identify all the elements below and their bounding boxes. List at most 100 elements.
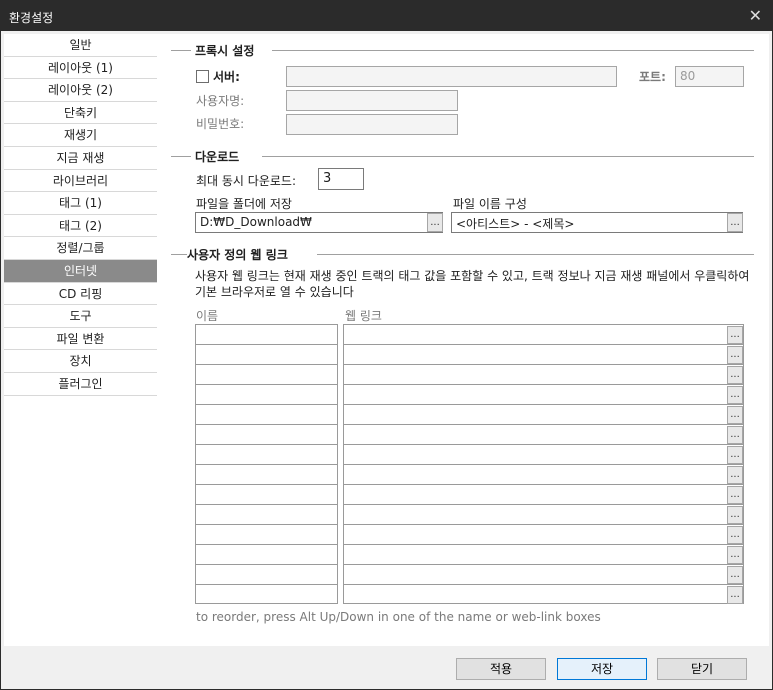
name-cell[interactable] (196, 545, 337, 565)
link-cell[interactable]: ... (344, 325, 743, 345)
save-folder-input[interactable]: D:₩D_Download₩ (195, 212, 443, 233)
link-cell[interactable]: ... (344, 585, 743, 605)
sidebar-item[interactable]: 레이아웃 (2) (4, 79, 157, 102)
sidebar-item[interactable]: 라이브러리 (4, 170, 157, 193)
proxy-server-input[interactable] (286, 66, 617, 87)
section-rule (171, 254, 187, 255)
name-cell[interactable] (196, 505, 337, 525)
link-edit-button[interactable]: ... (727, 386, 743, 404)
save-folder-label: 파일을 폴더에 저장 (196, 197, 292, 211)
link-cell[interactable]: ... (344, 345, 743, 365)
link-cell[interactable]: ... (344, 565, 743, 585)
link-cell[interactable]: ... (344, 365, 743, 385)
link-edit-button[interactable]: ... (727, 406, 743, 424)
link-cell[interactable]: ... (344, 505, 743, 525)
reorder-hint: to reorder, press Alt Up/Down in one of … (196, 610, 601, 624)
section-rule (262, 156, 754, 157)
link-edit-button[interactable]: ... (727, 506, 743, 524)
link-edit-button[interactable]: ... (727, 486, 743, 504)
close-icon[interactable]: ✕ (749, 6, 762, 25)
password-label: 비밀번호: (196, 117, 245, 131)
weblinks-section-title: 사용자 정의 웹 링크 (187, 248, 288, 262)
link-cell[interactable]: ... (344, 485, 743, 505)
sidebar-item[interactable]: 단축키 (4, 102, 157, 125)
name-cell[interactable] (196, 465, 337, 485)
link-edit-button[interactable]: ... (727, 526, 743, 544)
link-edit-button[interactable]: ... (727, 466, 743, 484)
username-label: 사용자명: (196, 94, 245, 108)
save-button[interactable]: 저장 (557, 658, 647, 680)
sidebar-item[interactable]: 파일 변환 (4, 328, 157, 351)
sidebar-item[interactable]: 재생기 (4, 124, 157, 147)
name-cell[interactable] (196, 325, 337, 345)
sidebar-item[interactable]: 지금 재생 (4, 147, 157, 170)
name-cell[interactable] (196, 485, 337, 505)
sidebar-item[interactable]: 도구 (4, 305, 157, 328)
sidebar-item[interactable]: 플러그인 (4, 373, 157, 396)
name-cell[interactable] (196, 445, 337, 465)
section-rule (171, 156, 191, 157)
download-section-title: 다운로드 (195, 150, 240, 164)
browse-folder-button[interactable]: ... (427, 213, 443, 232)
close-button[interactable]: 닫기 (657, 658, 747, 680)
sidebar-item[interactable]: CD 리핑 (4, 283, 157, 306)
file-naming-label: 파일 이름 구성 (453, 197, 527, 211)
link-edit-button[interactable]: ... (727, 326, 743, 344)
proxy-server-checkbox[interactable] (196, 70, 209, 83)
port-label: 포트: (639, 70, 666, 84)
link-cell[interactable]: ... (344, 445, 743, 465)
proxy-username-input[interactable] (286, 90, 458, 111)
internet-settings-panel: 프록시 설정 서버: 포트: 80 사용자명: 비밀번호: 다운로드 최대 동시… (157, 34, 769, 646)
max-downloads-label: 최대 동시 다운로드: (196, 174, 296, 188)
link-cell[interactable]: ... (344, 385, 743, 405)
link-edit-button[interactable]: ... (727, 586, 743, 604)
link-cell[interactable]: ... (344, 525, 743, 545)
sidebar-item[interactable]: 태그 (2) (4, 215, 157, 238)
server-label: 서버: (213, 70, 240, 84)
proxy-port-input[interactable]: 80 (675, 66, 744, 87)
link-list: ........................................… (343, 324, 744, 604)
sidebar-item[interactable]: 태그 (1) (4, 192, 157, 215)
name-cell[interactable] (196, 345, 337, 365)
sidebar-item[interactable]: 일반 (4, 34, 157, 57)
link-cell[interactable]: ... (344, 405, 743, 425)
window-title: 환경설정 (9, 11, 54, 25)
name-column-header: 이름 (196, 309, 219, 323)
category-list: 일반 레이아웃 (1) 레이아웃 (2) 단축키 재생기 지금 재생 라이브러리 태그 (1)… (4, 34, 158, 646)
max-downloads-input[interactable]: 3 (318, 168, 364, 190)
name-cell[interactable] (196, 405, 337, 425)
name-cell[interactable] (196, 425, 337, 445)
link-edit-button[interactable]: ... (727, 566, 743, 584)
link-edit-button[interactable]: ... (727, 446, 743, 464)
dialog-footer: 적용 저장 닫기 (1, 649, 772, 689)
link-edit-button[interactable]: ... (727, 426, 743, 444)
link-cell[interactable]: ... (344, 545, 743, 565)
name-list (195, 324, 338, 604)
title-bar[interactable]: 환경설정 ✕ (1, 1, 772, 31)
name-cell[interactable] (196, 565, 337, 585)
link-edit-button[interactable]: ... (727, 366, 743, 384)
link-column-header: 웹 링크 (345, 309, 382, 323)
file-naming-button[interactable]: ... (727, 213, 743, 232)
name-cell[interactable] (196, 365, 337, 385)
proxy-section-title: 프록시 설정 (195, 44, 255, 58)
name-cell[interactable] (196, 525, 337, 545)
apply-button[interactable]: 적용 (456, 658, 546, 680)
sidebar-item[interactable]: 장치 (4, 350, 157, 373)
preferences-window: 환경설정 ✕ 일반 레이아웃 (1) 레이아웃 (2) 단축키 재생기 지금 재생 라이브러… (0, 0, 773, 690)
link-cell[interactable]: ... (344, 425, 743, 445)
file-naming-input[interactable]: <아티스트> - <제목> (451, 212, 743, 233)
proxy-password-input[interactable] (286, 114, 458, 135)
link-edit-button[interactable]: ... (727, 346, 743, 364)
dialog-content: 일반 레이아웃 (1) 레이아웃 (2) 단축키 재생기 지금 재생 라이브러리 태그 (1)… (1, 31, 772, 689)
sidebar-item[interactable]: 레이아웃 (1) (4, 57, 157, 80)
section-rule (272, 50, 754, 51)
sidebar-item[interactable]: 인터넷 (4, 259, 157, 283)
weblinks-description: 사용자 웹 링크는 현재 재생 중인 트랙의 태그 값을 포함할 수 있고, 트… (195, 269, 750, 299)
name-cell[interactable] (196, 385, 337, 405)
sidebar-item[interactable]: 정렬/그룹 (4, 237, 157, 260)
section-rule (317, 254, 754, 255)
link-cell[interactable]: ... (344, 465, 743, 485)
link-edit-button[interactable]: ... (727, 546, 743, 564)
name-cell[interactable] (196, 585, 337, 605)
